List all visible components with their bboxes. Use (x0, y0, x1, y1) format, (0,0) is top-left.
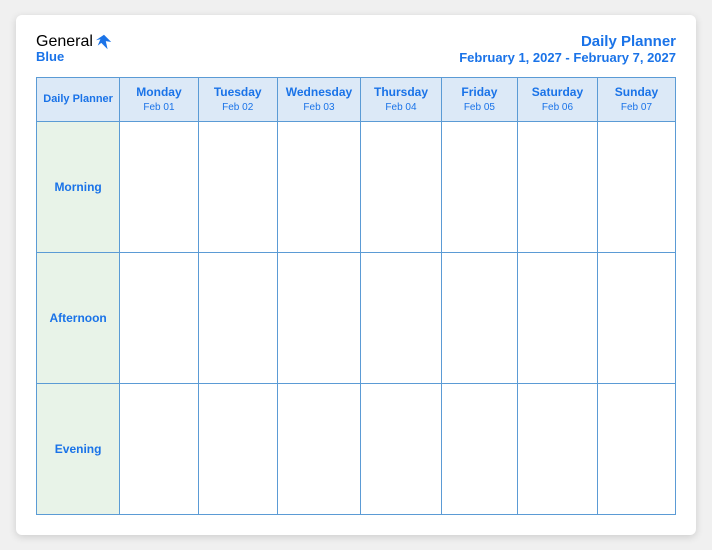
col-header-wednesday: Wednesday Feb 03 (277, 78, 360, 122)
evening-saturday-cell[interactable] (518, 383, 598, 514)
col-header-friday: Friday Feb 05 (441, 78, 517, 122)
tuesday-date: Feb 02 (203, 101, 273, 115)
evening-friday-cell[interactable] (441, 383, 517, 514)
evening-tuesday-cell[interactable] (198, 383, 277, 514)
morning-label: Morning (37, 121, 120, 252)
col-header-thursday: Thursday Feb 04 (361, 78, 442, 122)
planner-table: Daily Planner Monday Feb 01 Tuesday Feb … (36, 77, 676, 515)
afternoon-saturday-cell[interactable] (518, 252, 598, 383)
afternoon-thursday-cell[interactable] (361, 252, 442, 383)
col-header-saturday: Saturday Feb 06 (518, 78, 598, 122)
afternoon-label: Afternoon (37, 252, 120, 383)
evening-monday-cell[interactable] (120, 383, 198, 514)
afternoon-wednesday-cell[interactable] (277, 252, 360, 383)
monday-name: Monday (124, 84, 193, 101)
corner-header: Daily Planner (37, 78, 120, 122)
logo-blue-text: Blue (36, 49, 64, 64)
planner-title: Daily Planner (459, 33, 676, 50)
morning-tuesday-cell[interactable] (198, 121, 277, 252)
evening-label: Evening (37, 383, 120, 514)
header: General Blue Daily Planner February 1, 2… (36, 33, 676, 65)
afternoon-monday-cell[interactable] (120, 252, 198, 383)
wednesday-name: Wednesday (282, 84, 356, 101)
evening-thursday-cell[interactable] (361, 383, 442, 514)
col-header-tuesday: Tuesday Feb 02 (198, 78, 277, 122)
logo-bird-icon (95, 33, 113, 51)
saturday-date: Feb 06 (522, 101, 593, 115)
logo: General Blue (36, 33, 113, 64)
afternoon-sunday-cell[interactable] (597, 252, 675, 383)
friday-name: Friday (446, 84, 513, 101)
col-header-sunday: Sunday Feb 07 (597, 78, 675, 122)
morning-row: Morning (37, 121, 676, 252)
morning-wednesday-cell[interactable] (277, 121, 360, 252)
evening-row: Evening (37, 383, 676, 514)
col-header-monday: Monday Feb 01 (120, 78, 198, 122)
morning-saturday-cell[interactable] (518, 121, 598, 252)
title-block: Daily Planner February 1, 2027 - Februar… (459, 33, 676, 65)
morning-sunday-cell[interactable] (597, 121, 675, 252)
sunday-date: Feb 07 (602, 101, 671, 115)
tuesday-name: Tuesday (203, 84, 273, 101)
monday-date: Feb 01 (124, 101, 193, 115)
afternoon-friday-cell[interactable] (441, 252, 517, 383)
wednesday-date: Feb 03 (282, 101, 356, 115)
corner-header-text: Daily Planner (43, 93, 113, 105)
afternoon-tuesday-cell[interactable] (198, 252, 277, 383)
friday-date: Feb 05 (446, 101, 513, 115)
thursday-date: Feb 04 (365, 101, 437, 115)
afternoon-row: Afternoon (37, 252, 676, 383)
morning-monday-cell[interactable] (120, 121, 198, 252)
saturday-name: Saturday (522, 84, 593, 101)
sunday-name: Sunday (602, 84, 671, 101)
morning-thursday-cell[interactable] (361, 121, 442, 252)
evening-wednesday-cell[interactable] (277, 383, 360, 514)
thursday-name: Thursday (365, 84, 437, 101)
morning-friday-cell[interactable] (441, 121, 517, 252)
evening-sunday-cell[interactable] (597, 383, 675, 514)
page-container: General Blue Daily Planner February 1, 2… (16, 15, 696, 535)
planner-date-range: February 1, 2027 - February 7, 2027 (459, 50, 676, 65)
